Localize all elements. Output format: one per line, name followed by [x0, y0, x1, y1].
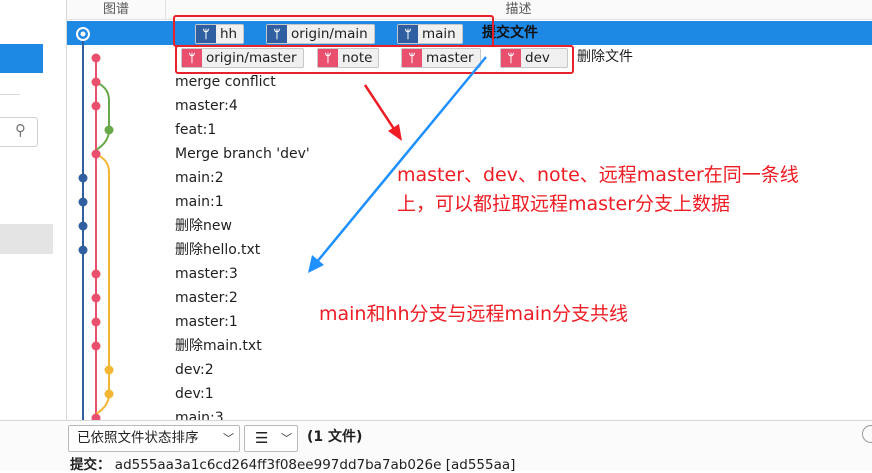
annotation-text: master、dev、note、远程master在同一条线	[397, 164, 799, 186]
view-mode-dropdown[interactable]: ☰ ﹀	[244, 425, 298, 452]
commit-hash[interactable]: ad555aa3a1c6cd264ff3f08ee997dd7ba7ab026e…	[115, 457, 516, 473]
annotation-text: main和hh分支与远程main分支共线	[319, 303, 629, 325]
search-icon[interactable]	[862, 425, 872, 443]
chevron-down-icon: ﹀	[223, 432, 234, 445]
chevron-down-icon: ﹀	[281, 432, 292, 445]
annotation-arrows	[308, 56, 487, 273]
commit-info: 提交： ad555aa3a1c6cd264ff3f08ee997dd7ba7ab…	[70, 457, 515, 473]
annotation-text: 上，可以都拉取远程master分支上数据	[397, 193, 731, 215]
list-icon: ☰	[255, 429, 269, 447]
file-count: (1 文件)	[307, 429, 363, 445]
commit-label: 提交：	[70, 457, 111, 473]
bottom-panel: 已依照文件状态排序 ﹀ ☰ ﹀ (1 文件) 提交： ad555aa3a1c6c…	[0, 420, 872, 473]
sort-dropdown[interactable]: 已依照文件状态排序 ﹀	[68, 425, 240, 452]
